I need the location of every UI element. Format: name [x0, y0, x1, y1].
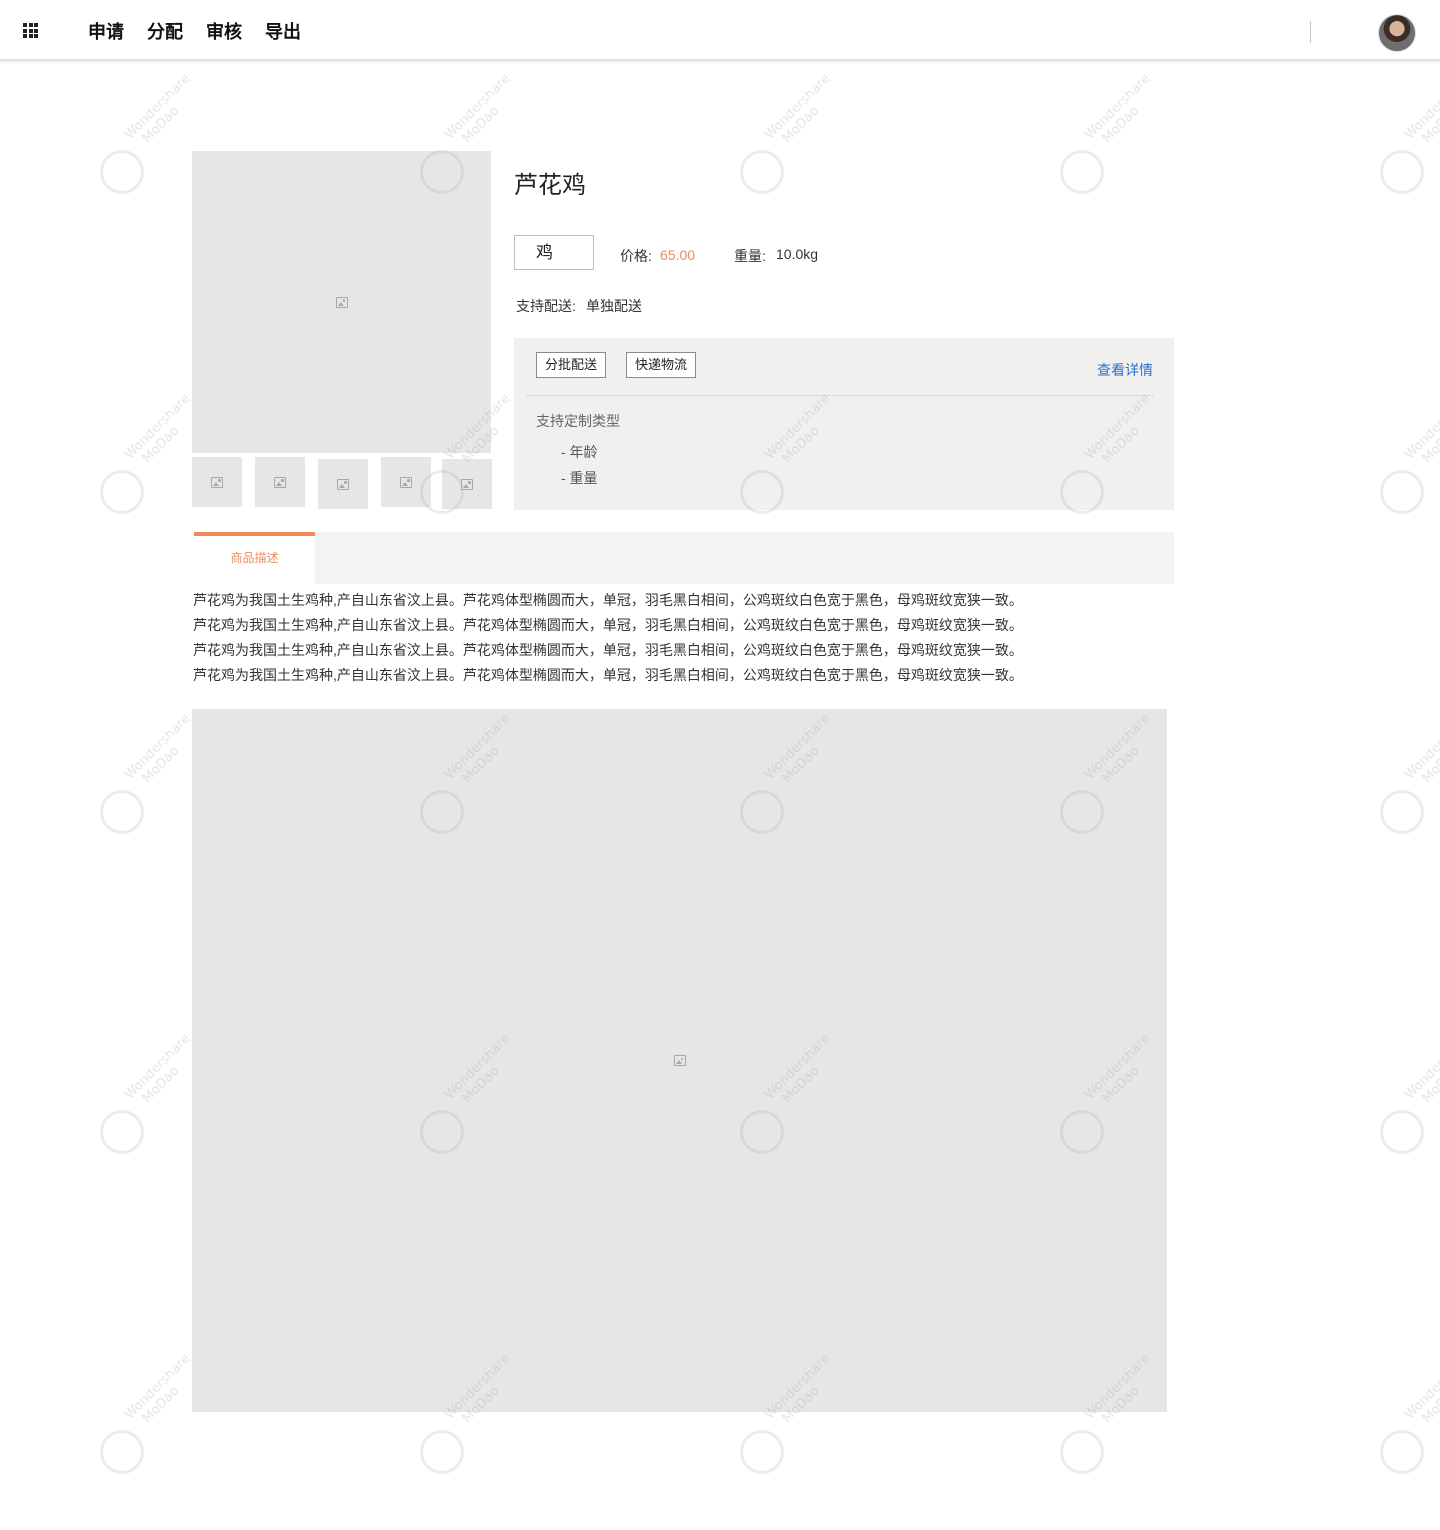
watermark: Wondershare MoDao — [1380, 71, 1440, 200]
watermark-text: Wondershare MoDao — [1402, 391, 1440, 467]
watermark: Wondershare MoDao — [1380, 391, 1440, 520]
watermark-text: Wondershare MoDao — [1082, 71, 1154, 147]
description-line: 芦花鸡为我国土生鸡种,产自山东省汶上县。芦花鸡体型椭圆而大，单冠，羽毛黑白相间，… — [193, 592, 1023, 608]
watermark-logo-icon — [100, 150, 144, 194]
image-placeholder-icon — [335, 296, 348, 308]
price-label: 价格: — [620, 248, 652, 264]
delivery-value: 单独配送 — [586, 298, 642, 314]
watermark-logo-icon — [1380, 470, 1424, 514]
image-placeholder-icon — [274, 476, 286, 488]
watermark-text: Wondershare MoDao — [122, 71, 194, 147]
panel-divider — [527, 395, 1153, 396]
price-value: 65.00 — [660, 247, 696, 263]
nav-item-assign[interactable]: 分配 — [147, 20, 183, 44]
view-detail-link[interactable]: 查看详情 — [1097, 360, 1153, 380]
nav-item-apply[interactable]: 申请 — [88, 20, 124, 44]
watermark-logo-icon — [420, 1430, 464, 1474]
product-title: 芦花鸡 — [514, 172, 586, 199]
watermark-text: Wondershare MoDao — [762, 71, 834, 147]
image-placeholder-icon — [337, 478, 349, 490]
delivery-options-panel: 分批配送 快递物流 查看详情 支持定制类型 - 年龄 - 重量 — [514, 338, 1174, 510]
watermark-logo-icon — [100, 470, 144, 514]
custom-type-label: 支持定制类型 — [536, 413, 620, 429]
thumbnail-image[interactable] — [318, 459, 368, 509]
nav-item-review[interactable]: 审核 — [206, 20, 242, 44]
watermark: Wondershare MoDao — [1380, 1351, 1440, 1480]
watermark: Wondershare MoDao — [1380, 1031, 1440, 1160]
tag-batch-delivery[interactable]: 分批配送 — [536, 352, 607, 378]
watermark-text: Wondershare MoDao — [1402, 1031, 1440, 1107]
watermark-logo-icon — [100, 1430, 144, 1474]
delivery-label: 支持配送: — [516, 298, 576, 314]
watermark-text: Wondershare MoDao — [1402, 1351, 1440, 1427]
custom-item-weight: - 重量 — [561, 470, 598, 486]
watermark: Wondershare MoDao — [740, 71, 860, 200]
description-line: 芦花鸡为我国土生鸡种,产自山东省汶上县。芦花鸡体型椭圆而大，单冠，羽毛黑白相间，… — [193, 617, 1023, 633]
image-placeholder-icon — [673, 1055, 686, 1066]
image-placeholder-icon — [211, 476, 223, 488]
top-header: 申请 分配 审核 导出 — [0, 0, 1440, 60]
watermark-logo-icon — [1060, 1430, 1104, 1474]
thumbnail-image[interactable] — [442, 459, 492, 509]
watermark: Wondershare MoDao — [1060, 71, 1180, 200]
thumbnail-image[interactable] — [255, 457, 305, 507]
watermark-logo-icon — [1380, 150, 1424, 194]
description-image — [192, 709, 1167, 1412]
image-placeholder-icon — [461, 478, 473, 490]
watermark-logo-icon — [740, 150, 784, 194]
nav-item-export[interactable]: 导出 — [265, 20, 301, 44]
watermark-logo-icon — [1380, 1110, 1424, 1154]
image-placeholder-icon — [400, 476, 412, 488]
watermark-logo-icon — [1060, 150, 1104, 194]
watermark-logo-icon — [100, 790, 144, 834]
watermark-text: Wondershare MoDao — [1402, 711, 1440, 787]
watermark-text: Wondershare MoDao — [442, 71, 514, 147]
user-avatar[interactable] — [1378, 14, 1416, 52]
watermark-logo-icon — [100, 1110, 144, 1154]
tab-bar: 商品描述 — [194, 532, 1174, 584]
custom-item-age: - 年龄 — [561, 444, 598, 460]
watermark-logo-icon — [740, 1430, 784, 1474]
grid-menu-icon[interactable] — [23, 23, 38, 38]
thumbnail-image[interactable] — [192, 457, 242, 507]
watermark-logo-icon — [1380, 1430, 1424, 1474]
tag-express-logistics[interactable]: 快递物流 — [626, 352, 697, 378]
weight-value: 10.0kg — [776, 246, 819, 262]
header-divider — [1310, 21, 1311, 43]
watermark-logo-icon — [1380, 790, 1424, 834]
watermark-text: Wondershare MoDao — [1402, 71, 1440, 147]
thumbnail-image[interactable] — [381, 457, 431, 507]
watermark: Wondershare MoDao — [1380, 711, 1440, 840]
description-line: 芦花鸡为我国土生鸡种,产自山东省汶上县。芦花鸡体型椭圆而大，单冠，羽毛黑白相间，… — [193, 642, 1023, 658]
product-description: 芦花鸡为我国土生鸡种,产自山东省汶上县。芦花鸡体型椭圆而大，单冠，羽毛黑白相间，… — [193, 588, 1173, 688]
tab-product-description[interactable]: 商品描述 — [194, 532, 315, 584]
variant-option-button[interactable]: 鸡 — [514, 235, 594, 270]
weight-label: 重量: — [734, 248, 766, 264]
main-nav: 申请 分配 审核 导出 — [88, 20, 324, 44]
main-product-image[interactable] — [192, 151, 491, 453]
description-line: 芦花鸡为我国土生鸡种,产自山东省汶上县。芦花鸡体型椭圆而大，单冠，羽毛黑白相间，… — [193, 667, 1023, 683]
